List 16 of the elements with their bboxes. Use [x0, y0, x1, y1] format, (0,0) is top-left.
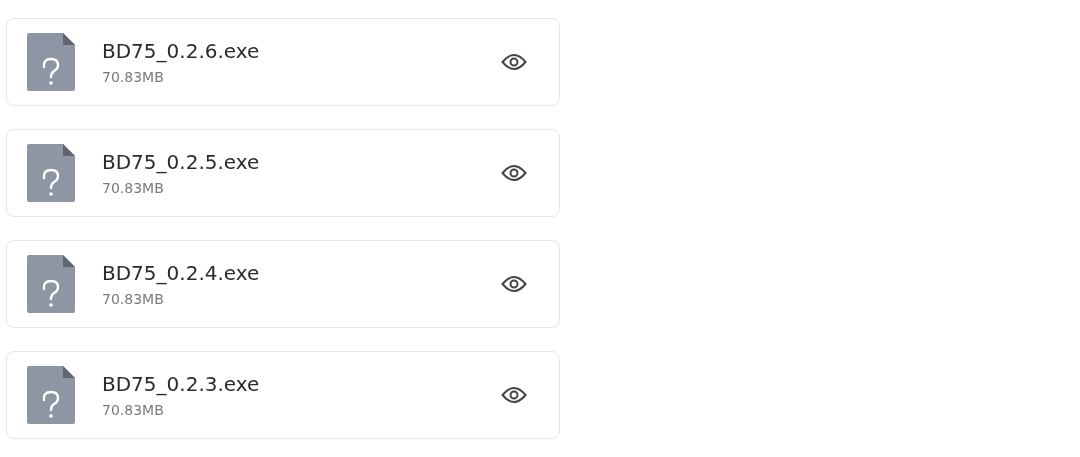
preview-eye-icon[interactable]	[501, 53, 527, 71]
unknown-file-icon	[27, 144, 75, 202]
file-name: BD75_0.2.5.exe	[102, 150, 261, 174]
file-name: BD75_0.2.4.exe	[102, 261, 261, 285]
unknown-file-icon	[27, 255, 75, 313]
unknown-file-icon	[27, 33, 75, 91]
file-size: 70.83MB	[102, 291, 165, 307]
file-name: BD75_0.2.6.exe	[102, 39, 261, 63]
preview-eye-icon[interactable]	[501, 164, 527, 182]
file-size: 70.83MB	[102, 180, 165, 196]
preview-eye-icon[interactable]	[501, 386, 527, 404]
file-name: BD75_0.2.3.exe	[102, 372, 261, 396]
preview-eye-icon[interactable]	[501, 275, 527, 293]
file-size: 70.83MB	[102, 402, 165, 418]
file-size: 70.83MB	[102, 69, 165, 85]
unknown-file-icon	[27, 366, 75, 424]
